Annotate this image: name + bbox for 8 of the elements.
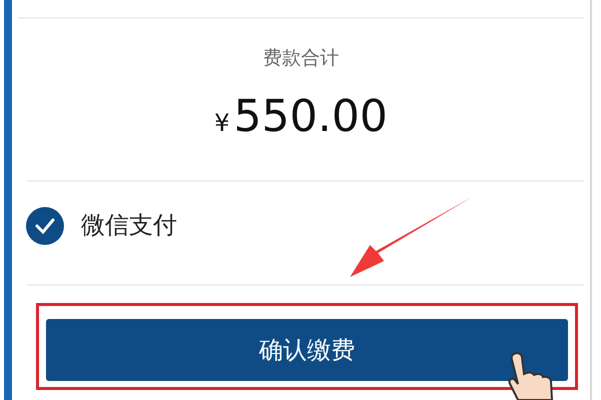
- confirm-button[interactable]: 确认缴费: [46, 319, 568, 381]
- pointing-hand-icon: [506, 352, 556, 400]
- total-label: 费款合计: [263, 46, 339, 71]
- total-amount: 550.00: [234, 91, 388, 142]
- check-icon: [35, 218, 55, 234]
- checkbox[interactable]: [26, 207, 64, 245]
- payment-method-label: 微信支付: [81, 210, 177, 241]
- currency-symbol: ¥: [214, 109, 230, 137]
